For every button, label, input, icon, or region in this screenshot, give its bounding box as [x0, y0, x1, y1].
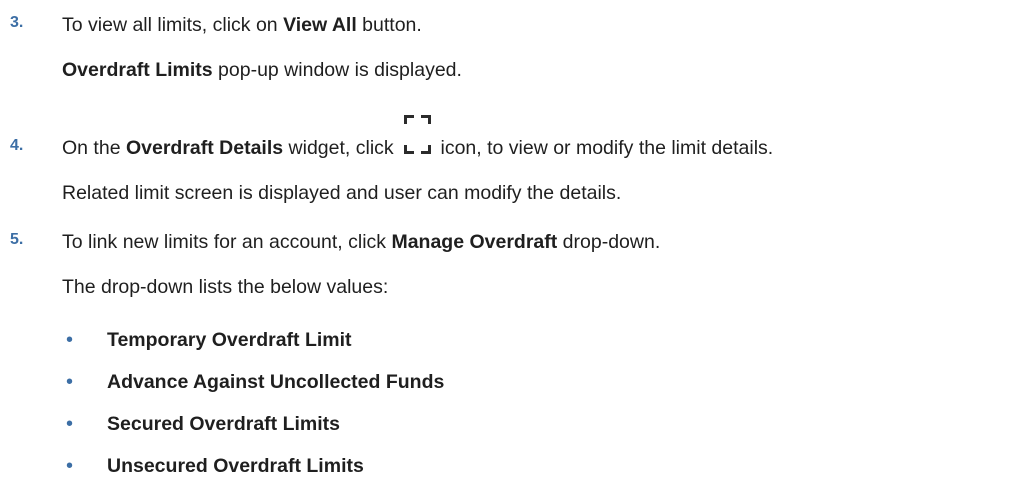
- step-instruction: To link new limits for an account, click…: [62, 227, 660, 257]
- step-4-result: Related limit screen is displayed and us…: [62, 182, 622, 204]
- instruction-text: On the: [62, 137, 126, 159]
- option-label: Secured Overdraft Limits: [107, 413, 340, 435]
- overdraft-details-term: Overdraft Details: [125, 137, 284, 159]
- instruction-text: button.: [356, 14, 422, 36]
- step-5-result: The drop-down lists the below values:: [62, 276, 389, 298]
- step-5: 5. To link new limits for an account, cl…: [0, 227, 1034, 257]
- instruction-text: To view all limits, click on: [62, 14, 284, 36]
- step-number: 4.: [10, 137, 24, 154]
- instruction-text: widget, click: [283, 137, 400, 159]
- overdraft-limits-term: Overdraft Limits: [62, 59, 213, 81]
- step-4: 4. On the Overdraft Details widget, clic…: [0, 115, 1034, 163]
- view-all-term: View All: [283, 14, 357, 36]
- step-instruction: To view all limits, click on View All bu…: [62, 10, 422, 40]
- result-text: pop-up window is displayed.: [212, 59, 462, 81]
- list-item: • Secured Overdraft Limits: [0, 409, 1034, 439]
- list-item: • Advance Against Uncollected Funds: [0, 367, 1034, 397]
- bullet: •: [66, 329, 74, 351]
- step-3-result: Overdraft Limits pop-up window is displa…: [62, 55, 462, 85]
- list-item: • Unsecured Overdraft Limits: [0, 451, 1034, 481]
- step-number: 3.: [10, 14, 24, 31]
- step-number: 5.: [10, 231, 24, 248]
- step-instruction: On the Overdraft Details widget, click i…: [62, 115, 774, 163]
- bullet: •: [66, 455, 74, 477]
- manage-overdraft-term: Manage Overdraft: [391, 231, 558, 253]
- list-item: • Temporary Overdraft Limit: [0, 325, 1034, 355]
- bullet: •: [66, 413, 74, 435]
- instruction-text: icon, to view or modify the limit detail…: [435, 137, 774, 159]
- expand-icon: [403, 115, 432, 163]
- option-label: Temporary Overdraft Limit: [107, 329, 352, 351]
- bullet: •: [66, 371, 74, 393]
- option-label: Advance Against Uncollected Funds: [107, 371, 445, 393]
- step-3: 3. To view all limits, click on View All…: [0, 10, 1034, 40]
- instruction-text: To link new limits for an account, click: [62, 231, 392, 253]
- option-label: Unsecured Overdraft Limits: [107, 455, 364, 477]
- instruction-text: drop-down.: [557, 231, 661, 253]
